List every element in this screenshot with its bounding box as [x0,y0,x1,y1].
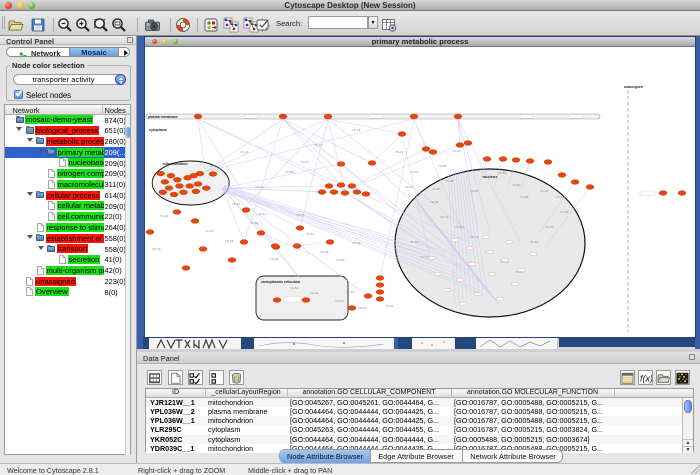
svg-text:Ybr-38j: Ybr-38j [520,195,529,199]
svg-text:Ybr-10j: Ybr-10j [385,304,394,308]
svg-text:Ybr-67j: Ybr-67j [420,255,429,259]
svg-text:Ybr-38j: Ybr-38j [296,213,305,217]
svg-text:Ybr-13j: Ybr-13j [255,185,264,189]
svg-text:mitochondrion: mitochondrion [162,162,187,166]
svg-text:Ybr-99j: Ybr-99j [250,221,259,225]
svg-text:Ybr-74j: Ybr-74j [440,215,449,219]
svg-text:cytoplasm: cytoplasm [149,128,167,132]
svg-text:Ybr-79j: Ybr-79j [545,225,554,229]
svg-text:plasma membrane: plasma membrane [148,115,178,119]
svg-text:nucleus: nucleus [482,174,498,179]
svg-text:Ybr-37j: Ybr-37j [152,247,161,251]
svg-text:Ybr-43j: Ybr-43j [540,189,549,193]
svg-text:Ybr-68j: Ybr-68j [470,189,479,193]
svg-text:Ybr-79j: Ybr-79j [352,241,361,245]
svg-text:Ybr-37j: Ybr-37j [405,185,414,189]
svg-text:Ybr-13j: Ybr-13j [395,150,404,154]
svg-text:Ybr-29j: Ybr-29j [160,214,169,218]
svg-text:Ybr-23j: Ybr-23j [310,291,319,295]
svg-text:f(x): f(x) [640,373,652,383]
svg-text:endoplasmic reticulum: endoplasmic reticulum [261,280,300,284]
svg-text:unassigned: unassigned [624,85,643,89]
svg-text:Ybr-87j: Ybr-87j [455,225,464,229]
svg-text:Ybr-27j: Ybr-27j [306,232,315,236]
svg-text:Ybr-41j: Ybr-41j [258,212,267,216]
svg-text:Ybr-91j: Ybr-91j [210,164,219,168]
svg-text:Ybr-58j: Ybr-58j [438,164,447,168]
svg-text:Ybr-30j: Ybr-30j [346,290,355,294]
svg-text:Ybr-45j: Ybr-45j [358,306,367,310]
svg-text:Ybr-63j: Ybr-63j [560,210,569,214]
svg-text:Ybr-53j: Ybr-53j [225,239,234,243]
svg-text:Ybr-15j: Ybr-15j [556,195,565,199]
svg-text:Ybr-64j: Ybr-64j [314,143,323,147]
svg-text:Ybr-54j: Ybr-54j [498,171,507,175]
svg-text:Ybr-85j: Ybr-85j [285,170,294,174]
svg-text:Ybr-25j: Ybr-25j [432,187,441,191]
svg-text:Ybr-85j: Ybr-85j [410,240,419,244]
svg-text:Ybr-78j: Ybr-78j [445,179,454,183]
svg-text:Ybr-99j: Ybr-99j [530,240,539,244]
svg-text:Ybr-39j: Ybr-39j [430,200,439,204]
svg-text:Ybr-21j: Ybr-21j [335,299,344,303]
svg-text:Ybr-24j: Ybr-24j [240,150,249,154]
svg-text:Ybr-21j: Ybr-21j [300,160,309,164]
svg-text:Ybr-13j: Ybr-13j [470,235,479,239]
svg-text:Ybr-53j: Ybr-53j [290,286,299,290]
svg-text:Ybr-55j: Ybr-55j [478,167,487,171]
svg-text:Ybr-64j: Ybr-64j [270,257,279,261]
svg-text:Ybr-23j: Ybr-23j [320,250,329,254]
svg-text:Ybr-96j: Ybr-96j [336,258,345,262]
svg-text:Ybr-22j: Ybr-22j [452,149,461,153]
svg-text:Ybr-45j: Ybr-45j [205,229,214,233]
svg-text:Ybr-87j: Ybr-87j [512,183,521,187]
svg-text:Ybr-45j: Ybr-45j [232,202,241,206]
svg-text:Ybr-21j: Ybr-21j [410,170,419,174]
svg-text:Ybr-14j: Ybr-14j [352,128,361,132]
